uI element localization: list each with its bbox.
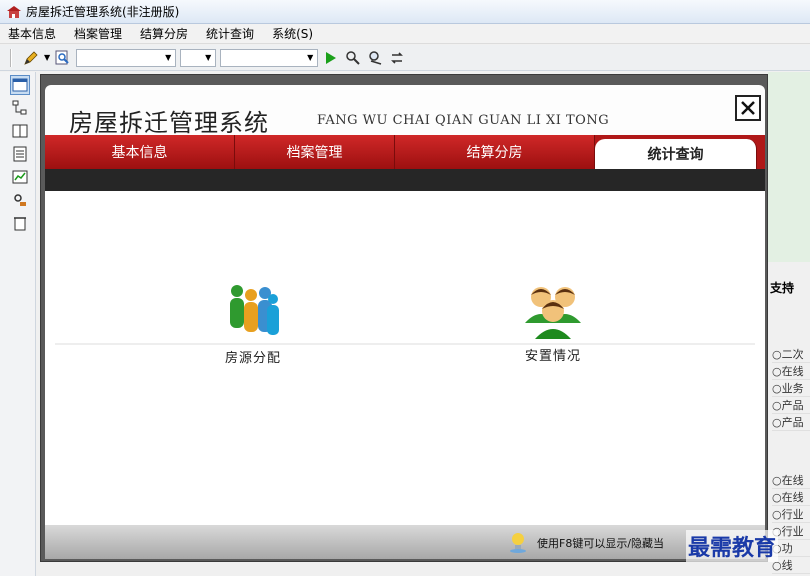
list-item[interactable]: ○产品	[772, 414, 810, 431]
subheader-bar	[45, 169, 765, 191]
book-icon[interactable]	[10, 121, 30, 141]
menu-basic-info[interactable]: 基本信息	[8, 25, 56, 42]
background-panel	[768, 72, 810, 262]
tab-basic-info[interactable]: 基本信息	[45, 135, 235, 169]
divider	[55, 343, 755, 345]
list-gap	[772, 305, 810, 346]
main-window: 房屋拆迁管理系统 FANG WU CHAI QIAN GUAN LI XI TO…	[40, 74, 768, 562]
close-button[interactable]	[735, 95, 761, 121]
menu-statistics[interactable]: 统计查询	[206, 25, 254, 42]
chart-icon[interactable]	[10, 167, 30, 187]
resettlement-status-label: 安置情况	[524, 349, 581, 364]
refresh-icon[interactable]	[388, 49, 406, 67]
left-toolbar	[0, 72, 36, 576]
menu-system[interactable]: 系统(S)	[272, 25, 313, 42]
lightbulb-icon	[510, 533, 526, 553]
list-item[interactable]: ○在线	[772, 363, 810, 380]
users-icon	[525, 287, 581, 339]
status-bar: 使用F8键可以显示/隐藏当	[45, 525, 765, 559]
trash-icon[interactable]	[10, 213, 30, 233]
toolbar: ▼ ▼ ▼ ▼	[0, 45, 810, 71]
window-icon[interactable]	[10, 75, 30, 95]
user-search-icon[interactable]	[344, 49, 362, 67]
housing-allocation-item[interactable]: 房源分配	[193, 283, 313, 366]
menu-archive[interactable]: 档案管理	[74, 25, 122, 42]
content-area: 房源分配 安置情况	[45, 191, 765, 525]
combo-3[interactable]: ▼	[220, 48, 319, 67]
list-item[interactable]: ○在线	[772, 472, 810, 489]
window-title: 房屋拆迁管理系统(非注册版)	[26, 5, 180, 19]
system-title: 房屋拆迁管理系统	[69, 109, 269, 137]
hint-text: 使用F8键可以显示/隐藏当	[537, 537, 665, 550]
tools-icon[interactable]	[10, 190, 30, 210]
chevron-down-icon: ▼	[307, 53, 314, 62]
pencil-icon[interactable]	[22, 49, 40, 67]
zoom-icon[interactable]	[366, 49, 384, 67]
combo-1[interactable]: ▼	[76, 48, 177, 67]
people-group-icon	[230, 285, 279, 335]
watermark-logo: 最需教育	[686, 530, 779, 562]
search-icon[interactable]	[54, 49, 72, 67]
list-gap	[772, 431, 810, 472]
list-item[interactable]: ○二次	[772, 346, 810, 363]
list-item[interactable]: ○产品	[772, 397, 810, 414]
close-icon	[741, 101, 755, 115]
housing-allocation-label: 房源分配	[224, 351, 281, 366]
menu-bar: 基本信息 档案管理 结算分房 统计查询 系统(S)	[0, 24, 810, 44]
toolbar-grip	[10, 48, 12, 67]
tab-bar: 基本信息 档案管理 结算分房 统计查询	[45, 135, 765, 169]
support-heading: 支持	[770, 281, 795, 295]
list-item[interactable]: ○业务	[772, 380, 810, 397]
menu-settlement[interactable]: 结算分房	[140, 25, 188, 42]
tab-statistics[interactable]: 统计查询	[595, 139, 757, 169]
play-icon[interactable]	[322, 49, 340, 67]
title-bar: 房屋拆迁管理系统(非注册版)	[0, 0, 810, 24]
document-icon[interactable]	[10, 144, 30, 164]
app-icon	[7, 5, 21, 18]
resettlement-status-item[interactable]: 安置情况	[493, 283, 613, 364]
chevron-down-icon: ▼	[165, 53, 172, 62]
tab-settlement[interactable]: 结算分房	[395, 135, 595, 169]
network-icon[interactable]	[10, 98, 30, 118]
chevron-down-icon: ▼	[205, 53, 212, 62]
list-item[interactable]: ○行业	[772, 506, 810, 523]
pencil-dropdown-icon[interactable]: ▼	[44, 53, 50, 62]
system-title-pinyin: FANG WU CHAI QIAN GUAN LI XI TONG	[317, 113, 610, 128]
combo-2[interactable]: ▼	[180, 48, 217, 67]
list-item[interactable]: ○在线	[772, 489, 810, 506]
tab-archive[interactable]: 档案管理	[235, 135, 395, 169]
